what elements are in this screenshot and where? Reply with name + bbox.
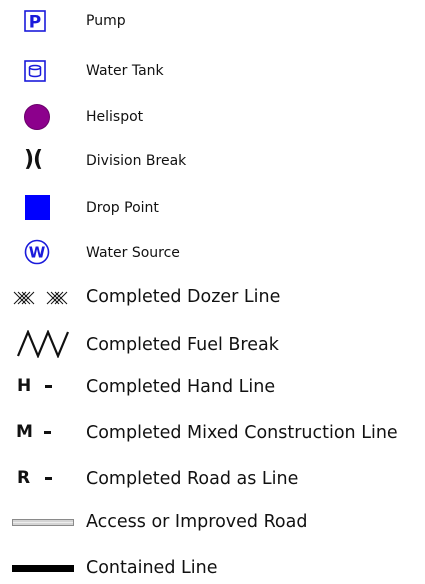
legend-item-access-or-improved-road: Access or Improved Road (0, 512, 425, 542)
legend-label: Access or Improved Road (86, 512, 308, 532)
legend-item-completed-road-as-line: R Completed Road as Line (0, 468, 425, 498)
access-or-improved-road-icon (12, 519, 74, 526)
helispot-icon (24, 104, 50, 130)
legend-item-completed-dozer-line: Completed Dozer Line (0, 285, 425, 315)
completed-fuel-break-icon (16, 330, 70, 358)
legend-item-completed-fuel-break: Completed Fuel Break (0, 327, 425, 361)
legend-label: Drop Point (86, 200, 159, 216)
legend-label: Completed Dozer Line (86, 287, 281, 307)
legend-label: Helispot (86, 109, 144, 125)
mixed-line-letter: M (16, 422, 33, 442)
completed-hand-line-icon: H (17, 377, 67, 399)
contained-line-icon (12, 565, 74, 572)
legend-label: Division Break (86, 153, 187, 169)
division-break-icon: )( (24, 147, 43, 172)
legend-item-completed-mixed-construction-line: M Completed Mixed Construction Line (0, 422, 425, 452)
road-line-dash (45, 477, 52, 480)
svg-text:W: W (29, 244, 46, 262)
legend-item-helispot: Helispot (0, 102, 425, 132)
legend-label: Pump (86, 13, 126, 29)
legend-label: Water Tank (86, 63, 164, 79)
legend-item-completed-hand-line: H Completed Hand Line (0, 376, 425, 406)
svg-text:P: P (29, 13, 41, 33)
map-legend: { "legend": { "items": [ {"icon": "pump-… (0, 0, 425, 584)
legend-label: Contained Line (86, 558, 218, 578)
legend-label: Water Source (86, 245, 180, 261)
legend-item-division-break: )( Division Break (0, 148, 425, 178)
hand-line-dash (45, 385, 52, 388)
hand-line-letter: H (17, 376, 32, 396)
legend-item-pump: P Pump (0, 8, 425, 38)
legend-item-water-source: W Water Source (0, 238, 425, 268)
legend-item-drop-point: Drop Point (0, 194, 425, 224)
legend-label: Completed Road as Line (86, 469, 299, 489)
legend-label: Completed Fuel Break (86, 335, 279, 355)
legend-label: Completed Hand Line (86, 377, 276, 397)
water-tank-icon (24, 60, 46, 82)
legend-item-water-tank: Water Tank (0, 58, 425, 88)
completed-road-as-line-icon: R (17, 469, 67, 491)
legend-item-contained-line: Contained Line (0, 556, 425, 584)
drop-point-icon (25, 195, 50, 220)
pump-icon: P (24, 10, 46, 32)
completed-mixed-construction-line-icon: M (16, 423, 66, 445)
completed-dozer-line-icon (13, 291, 68, 305)
mixed-line-dash (44, 431, 51, 434)
road-line-letter: R (17, 468, 31, 488)
water-source-icon: W (24, 239, 50, 265)
legend-label: Completed Mixed Construction Line (86, 423, 398, 443)
